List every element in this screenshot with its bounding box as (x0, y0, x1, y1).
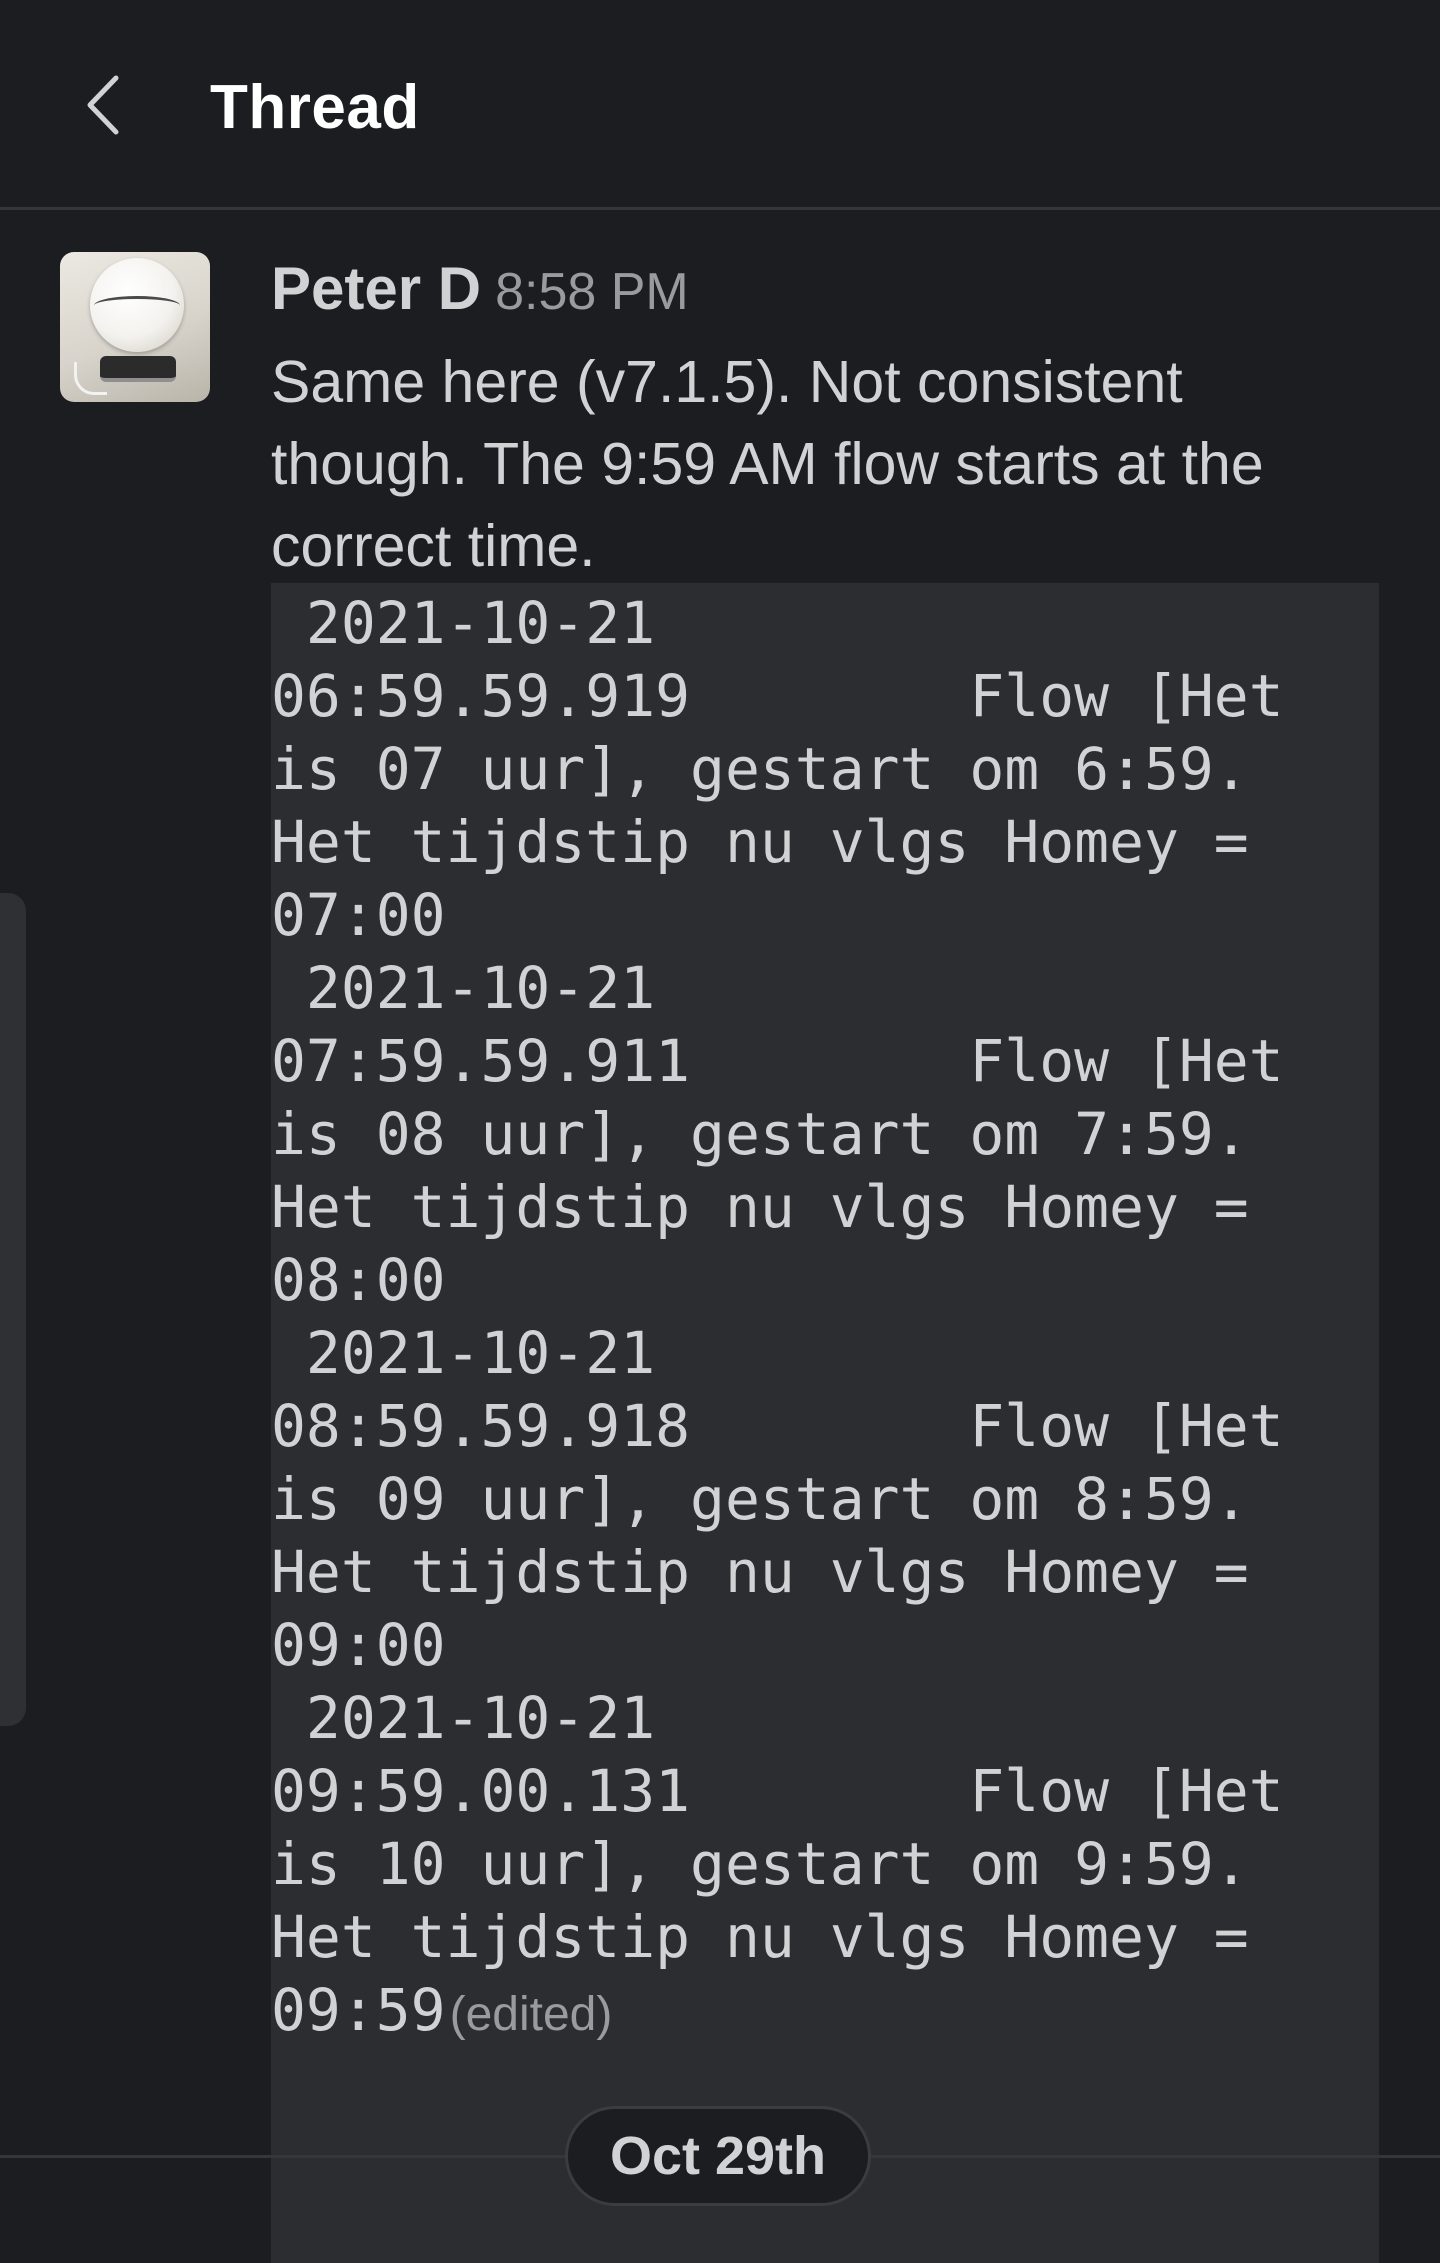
code-line: 08:59.59.918 Flow [Het (271, 1392, 1284, 1460)
code-line: 2021-10-21 (271, 954, 656, 1022)
avatar[interactable] (60, 252, 210, 402)
scrollbar[interactable] (0, 893, 26, 1726)
code-line: 2021-10-21 (271, 1684, 656, 1752)
code-line: Het tijdstip nu vlgs Homey = (271, 808, 1249, 876)
code-line: 2021-10-21 (271, 589, 656, 657)
code-line: 08:00 (271, 1246, 446, 1314)
code-line: 09:59.00.131 Flow [Het (271, 1757, 1284, 1825)
code-line: is 07 uur], gestart om 6:59. (271, 735, 1249, 803)
thread-header: Thread (0, 0, 1440, 210)
message-timestamp: 8:58 PM (495, 263, 689, 321)
code-line: 2021-10-21 (271, 1319, 656, 1387)
code-block: 2021-10-21 06:59.59.919 Flow [Het is 07 uu… (271, 583, 1379, 2263)
code-line: Het tijdstip nu vlgs Homey = (271, 1173, 1249, 1241)
code-line: Het tijdstip nu vlgs Homey = (271, 1538, 1249, 1606)
avatar-lamp-base (100, 356, 176, 382)
message-text: Same here (v7.1.5). Not consistent thoug… (271, 349, 1264, 579)
code-line: is 10 uur], gestart om 9:59. (271, 1830, 1249, 1898)
code-line: 07:59.59.911 Flow [Het (271, 1027, 1284, 1095)
chevron-left-icon (87, 75, 119, 135)
code-line: 09:00 (271, 1611, 446, 1679)
code-line: Het tijdstip nu vlgs Homey = (271, 1903, 1249, 1971)
page-title: Thread (210, 73, 420, 142)
code-line: 09:59(edited) (271, 1976, 613, 2044)
edited-label: (edited) (449, 1988, 613, 2041)
code-line: 06:59.59.919 Flow [Het (271, 662, 1284, 730)
back-button[interactable] (70, 70, 140, 140)
code-line: 07:00 (271, 881, 446, 949)
author-name[interactable]: Peter D (271, 255, 481, 322)
message-header: Peter D 8:58 PM (271, 254, 689, 323)
code-line: is 09 uur], gestart om 8:59. (271, 1465, 1249, 1533)
date-divider-pill[interactable]: Oct 29th (565, 2106, 871, 2206)
code-line: is 08 uur], gestart om 7:59. (271, 1100, 1249, 1168)
